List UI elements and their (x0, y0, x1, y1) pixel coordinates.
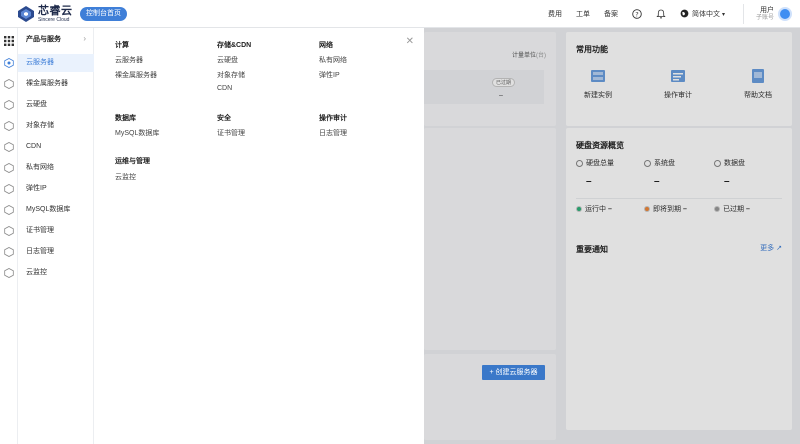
globe-icon (680, 9, 689, 20)
create-server-button[interactable]: + 创建云服务器 (482, 365, 545, 380)
bell-icon[interactable] (656, 9, 666, 19)
create-server-label: 创建云服务器 (495, 369, 538, 376)
language-label: 简体中文 (691, 11, 720, 18)
sidebar-item-private-network[interactable]: 私有网络 (18, 159, 94, 177)
group-title-audit: 操作审计 (319, 115, 347, 122)
user-name: 用户 (760, 6, 774, 14)
product-panel: ✕ 计算 云服务器 裸金属服务器 存储&CDN 云硬盘 对象存储 CDN 网络 … (94, 28, 424, 444)
top-link-ticket[interactable]: 工单 (576, 9, 590, 19)
avatar[interactable] (778, 7, 792, 21)
panel-item-object-storage[interactable]: 对象存储 (217, 70, 245, 80)
help-icon[interactable]: ? (632, 9, 642, 19)
icon-rail (0, 28, 18, 444)
plus-icon: + (489, 369, 494, 376)
panel-item-bare-metal[interactable]: 裸金属服务器 (115, 70, 157, 80)
top-bar: 芯睿云 Sincere Cloud 控制台首页 费用 工单 备案 ? 简体中文 … (0, 0, 800, 28)
group-title-database: 数据库 (115, 115, 136, 122)
sidebar-item-certificate[interactable]: 证书管理 (18, 222, 94, 240)
console-home-badge[interactable]: 控制台首页 (80, 7, 127, 21)
user-menu[interactable]: 用户 子账号 (756, 7, 792, 21)
panel-item-certificate[interactable]: 证书管理 (217, 128, 245, 138)
panel-item-private-network[interactable]: 私有网络 (319, 55, 347, 65)
sidebar-item-elastic-ip[interactable]: 弹性IP (18, 180, 94, 198)
cdn-icon[interactable] (4, 142, 14, 152)
sidebar-item-log[interactable]: 日志管理 (18, 243, 94, 261)
database-icon[interactable] (4, 205, 14, 215)
logo-icon (16, 5, 36, 23)
panel-item-log[interactable]: 日志管理 (319, 128, 347, 138)
sidebar-item-mysql[interactable]: MySQL数据库 (18, 201, 94, 219)
network-icon[interactable] (4, 163, 14, 173)
panel-item-cloud-disk[interactable]: 云硬盘 (217, 55, 238, 65)
logo-cn-text: 芯睿云 (38, 4, 73, 17)
sidebar-item-monitor[interactable]: 云监控 (18, 264, 94, 282)
top-link-filing[interactable]: 备案 (604, 9, 618, 19)
group-title-compute: 计算 (115, 42, 129, 49)
disk-icon[interactable] (4, 100, 14, 110)
chevron-right-icon: › (83, 34, 86, 43)
sidebar-title: 产品与服务 (26, 36, 61, 43)
sidebar-item-bare-metal[interactable]: 裸金属服务器 (18, 75, 94, 93)
logo[interactable]: 芯睿云 Sincere Cloud (16, 4, 74, 24)
storage-icon[interactable] (4, 121, 14, 131)
sidebar-item-cloud-server[interactable]: 云服务器 (18, 54, 94, 72)
sidebar-item-cloud-disk[interactable]: 云硬盘 (18, 96, 94, 114)
server-icon[interactable] (4, 58, 14, 68)
group-title-security: 安全 (217, 115, 231, 122)
header-divider (742, 4, 744, 24)
top-link-billing[interactable]: 费用 (548, 9, 562, 19)
user-sub-account: 子账号 (755, 14, 774, 21)
svg-text:?: ? (635, 10, 638, 18)
sidebar-item-object-storage[interactable]: 对象存储 (18, 117, 94, 135)
log-icon[interactable] (4, 247, 14, 257)
panel-item-elastic-ip[interactable]: 弹性IP (319, 70, 340, 80)
top-right-nav: 费用 工单 备案 ? 简体中文 ▾ 用户 子账号 (548, 0, 800, 28)
group-title-network: 网络 (319, 42, 333, 49)
bare-metal-icon[interactable] (4, 79, 14, 89)
logo-en-text: Sincere Cloud (38, 16, 70, 23)
ip-icon[interactable] (4, 184, 14, 194)
language-selector[interactable]: 简体中文 ▾ (680, 9, 725, 20)
sidebar-header[interactable]: 产品与服务 › (18, 28, 94, 50)
panel-item-monitor[interactable]: 云监控 (115, 172, 136, 182)
group-title-storage: 存储&CDN (217, 42, 252, 49)
panel-item-cdn[interactable]: CDN (217, 85, 232, 92)
monitor-icon[interactable] (4, 268, 14, 278)
panel-item-cloud-server[interactable]: 云服务器 (115, 55, 143, 65)
panel-item-mysql[interactable]: MySQL数据库 (115, 128, 159, 138)
group-title-ops: 运维与管理 (115, 158, 150, 165)
chevron-down-icon: ▾ (721, 11, 725, 18)
close-icon[interactable]: ✕ (406, 36, 414, 47)
grid-menu-icon[interactable] (4, 36, 14, 46)
certificate-icon[interactable] (4, 226, 14, 236)
sidebar-item-cdn[interactable]: CDN (18, 138, 94, 156)
product-sidebar: 产品与服务 › 云服务器 裸金属服务器 云硬盘 对象存储 CDN 私有网络 弹性… (18, 28, 94, 444)
